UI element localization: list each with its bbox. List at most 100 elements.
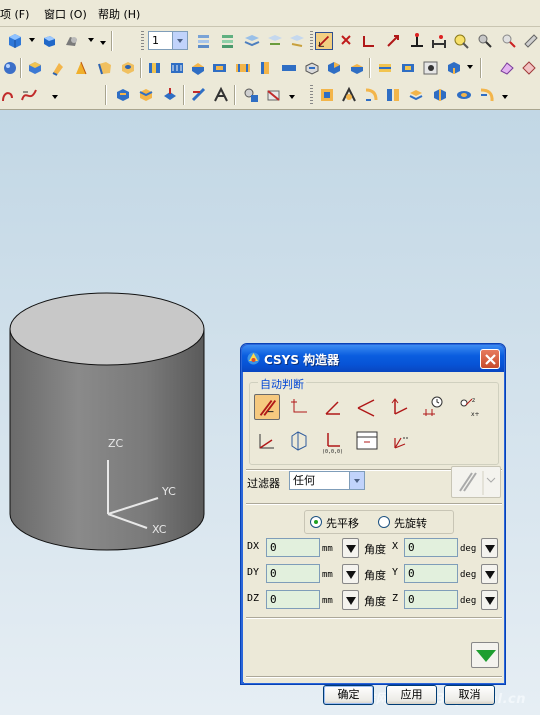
class-selection-icon[interactable] bbox=[408, 32, 426, 50]
plane-constructor-icon[interactable] bbox=[384, 32, 402, 50]
pattern-icon[interactable] bbox=[445, 59, 463, 77]
dy-input[interactable]: 0 bbox=[266, 564, 320, 583]
menu-help[interactable]: 帮助 (H) bbox=[98, 6, 140, 22]
shaded-view-dropdown[interactable] bbox=[29, 38, 35, 42]
dz-menu-button[interactable] bbox=[342, 590, 359, 610]
curve-toolbar-dropdown[interactable] bbox=[52, 95, 58, 99]
mate-component-icon[interactable] bbox=[340, 86, 358, 104]
reference-set-icon[interactable] bbox=[478, 86, 496, 104]
assembly-toolbar-dropdown[interactable] bbox=[502, 95, 508, 99]
apply-button[interactable]: 应用 bbox=[386, 685, 437, 705]
toolbar-overflow-1[interactable] bbox=[100, 41, 106, 45]
point-perpendicular-curve-button[interactable]: z x+ bbox=[455, 394, 481, 420]
zoom-icon[interactable] bbox=[452, 32, 470, 50]
block-icon[interactable] bbox=[26, 59, 44, 77]
dx-input[interactable]: 0 bbox=[266, 538, 320, 557]
boss-icon[interactable] bbox=[146, 59, 164, 77]
point-constructor-icon[interactable] bbox=[315, 32, 333, 50]
chamfer-icon[interactable] bbox=[348, 59, 366, 77]
angle-x-input[interactable]: 0 bbox=[404, 538, 458, 557]
surface-icon[interactable] bbox=[498, 59, 516, 77]
csys-axes-icon[interactable] bbox=[338, 32, 356, 50]
trim-body-icon[interactable] bbox=[280, 59, 298, 77]
angle-y-input[interactable]: 0 bbox=[404, 564, 458, 583]
angle-z-menu-button[interactable] bbox=[481, 590, 498, 610]
info-icon[interactable] bbox=[500, 32, 518, 50]
vector-constructor-icon[interactable] bbox=[360, 32, 378, 50]
slot-icon[interactable] bbox=[211, 59, 229, 77]
chevron-down-icon[interactable] bbox=[349, 472, 364, 489]
x-axis-y-axis-origin-button[interactable] bbox=[354, 394, 380, 420]
analysis-icon[interactable] bbox=[476, 32, 494, 50]
copy-to-layer-icon[interactable] bbox=[288, 32, 306, 50]
expand-dialog-button[interactable] bbox=[471, 642, 499, 668]
exploded-view-icon[interactable] bbox=[407, 86, 425, 104]
sphere-icon[interactable] bbox=[1, 59, 19, 77]
toolbar-grip[interactable] bbox=[310, 85, 313, 105]
menu-file[interactable]: 项 (F) bbox=[0, 6, 29, 22]
radio-rotate-first[interactable] bbox=[378, 516, 390, 528]
wave-link-icon[interactable] bbox=[431, 86, 449, 104]
extrude-icon[interactable] bbox=[49, 59, 67, 77]
clearance-icon[interactable] bbox=[455, 86, 473, 104]
chevron-down-icon[interactable] bbox=[172, 32, 187, 49]
dialog-title-bar[interactable]: CSYS 构造器 bbox=[242, 345, 504, 372]
angle-x-menu-button[interactable] bbox=[481, 538, 498, 558]
measure-distance-icon[interactable] bbox=[430, 32, 448, 50]
solid-view-icon[interactable] bbox=[40, 32, 58, 50]
taper-icon[interactable] bbox=[376, 59, 394, 77]
hole-icon[interactable] bbox=[119, 59, 137, 77]
current-view-csys-button[interactable] bbox=[354, 428, 380, 454]
mirror-icon[interactable] bbox=[422, 59, 440, 77]
groove-icon[interactable] bbox=[234, 59, 252, 77]
pocket-icon[interactable] bbox=[168, 59, 186, 77]
render-style-dropdown[interactable] bbox=[88, 38, 94, 42]
cancel-button[interactable]: 取消 bbox=[444, 685, 495, 705]
plane-and-vector-button[interactable] bbox=[254, 428, 280, 454]
revolve-icon[interactable] bbox=[72, 59, 90, 77]
three-planes-button[interactable] bbox=[286, 428, 312, 454]
toolbar-grip[interactable] bbox=[141, 31, 144, 51]
x-axis-y-axis-button[interactable] bbox=[320, 394, 346, 420]
reorder-feature-icon[interactable] bbox=[212, 86, 230, 104]
move-feature-icon[interactable] bbox=[190, 86, 208, 104]
component-array-icon[interactable] bbox=[384, 86, 402, 104]
curve-icon[interactable] bbox=[0, 86, 18, 104]
pad-icon[interactable] bbox=[189, 59, 207, 77]
ok-button[interactable]: 确定 bbox=[323, 685, 374, 705]
layer-select[interactable]: 1 bbox=[148, 31, 188, 50]
layer-settings-icon[interactable] bbox=[195, 32, 213, 50]
filter-select[interactable]: 任何 bbox=[289, 471, 365, 490]
dx-menu-button[interactable] bbox=[342, 538, 359, 558]
radio-translate-first[interactable] bbox=[310, 516, 322, 528]
move-to-layer-icon[interactable] bbox=[266, 32, 284, 50]
edit-object-icon[interactable] bbox=[522, 32, 540, 50]
menu-window[interactable]: 窗口 (O) bbox=[44, 6, 87, 22]
replace-feature-icon[interactable] bbox=[242, 86, 260, 104]
shaded-view-icon[interactable] bbox=[6, 32, 24, 50]
dz-input[interactable]: 0 bbox=[266, 590, 320, 609]
sweep-icon[interactable] bbox=[96, 59, 114, 77]
inferred-csys-button[interactable] bbox=[254, 394, 280, 420]
assembly-icon[interactable] bbox=[318, 86, 336, 104]
feature-parameters-icon[interactable] bbox=[137, 86, 155, 104]
edit-toolbar-dropdown[interactable] bbox=[289, 95, 295, 99]
angle-y-menu-button[interactable] bbox=[481, 564, 498, 584]
z-axis-x-axis-origin-button[interactable] bbox=[387, 394, 413, 420]
toolbar-grip[interactable] bbox=[310, 31, 313, 51]
dy-menu-button[interactable] bbox=[342, 564, 359, 584]
visible-layers-icon[interactable] bbox=[219, 32, 237, 50]
suppress-feature-icon[interactable] bbox=[265, 86, 283, 104]
layer-category-icon[interactable] bbox=[243, 32, 261, 50]
snap-point-button[interactable] bbox=[451, 466, 501, 498]
shell-icon[interactable] bbox=[303, 59, 321, 77]
close-button[interactable] bbox=[480, 349, 500, 369]
csys-of-object-button[interactable] bbox=[420, 394, 446, 420]
edit-feature-icon[interactable] bbox=[114, 86, 132, 104]
sew-icon[interactable] bbox=[520, 59, 538, 77]
thread-icon[interactable] bbox=[257, 59, 275, 77]
offset-csys-button[interactable] bbox=[387, 428, 413, 454]
absolute-csys-button[interactable]: (0,0,0) bbox=[320, 428, 346, 454]
feature-toolbar-dropdown[interactable] bbox=[467, 65, 473, 69]
blend-icon[interactable] bbox=[325, 59, 343, 77]
